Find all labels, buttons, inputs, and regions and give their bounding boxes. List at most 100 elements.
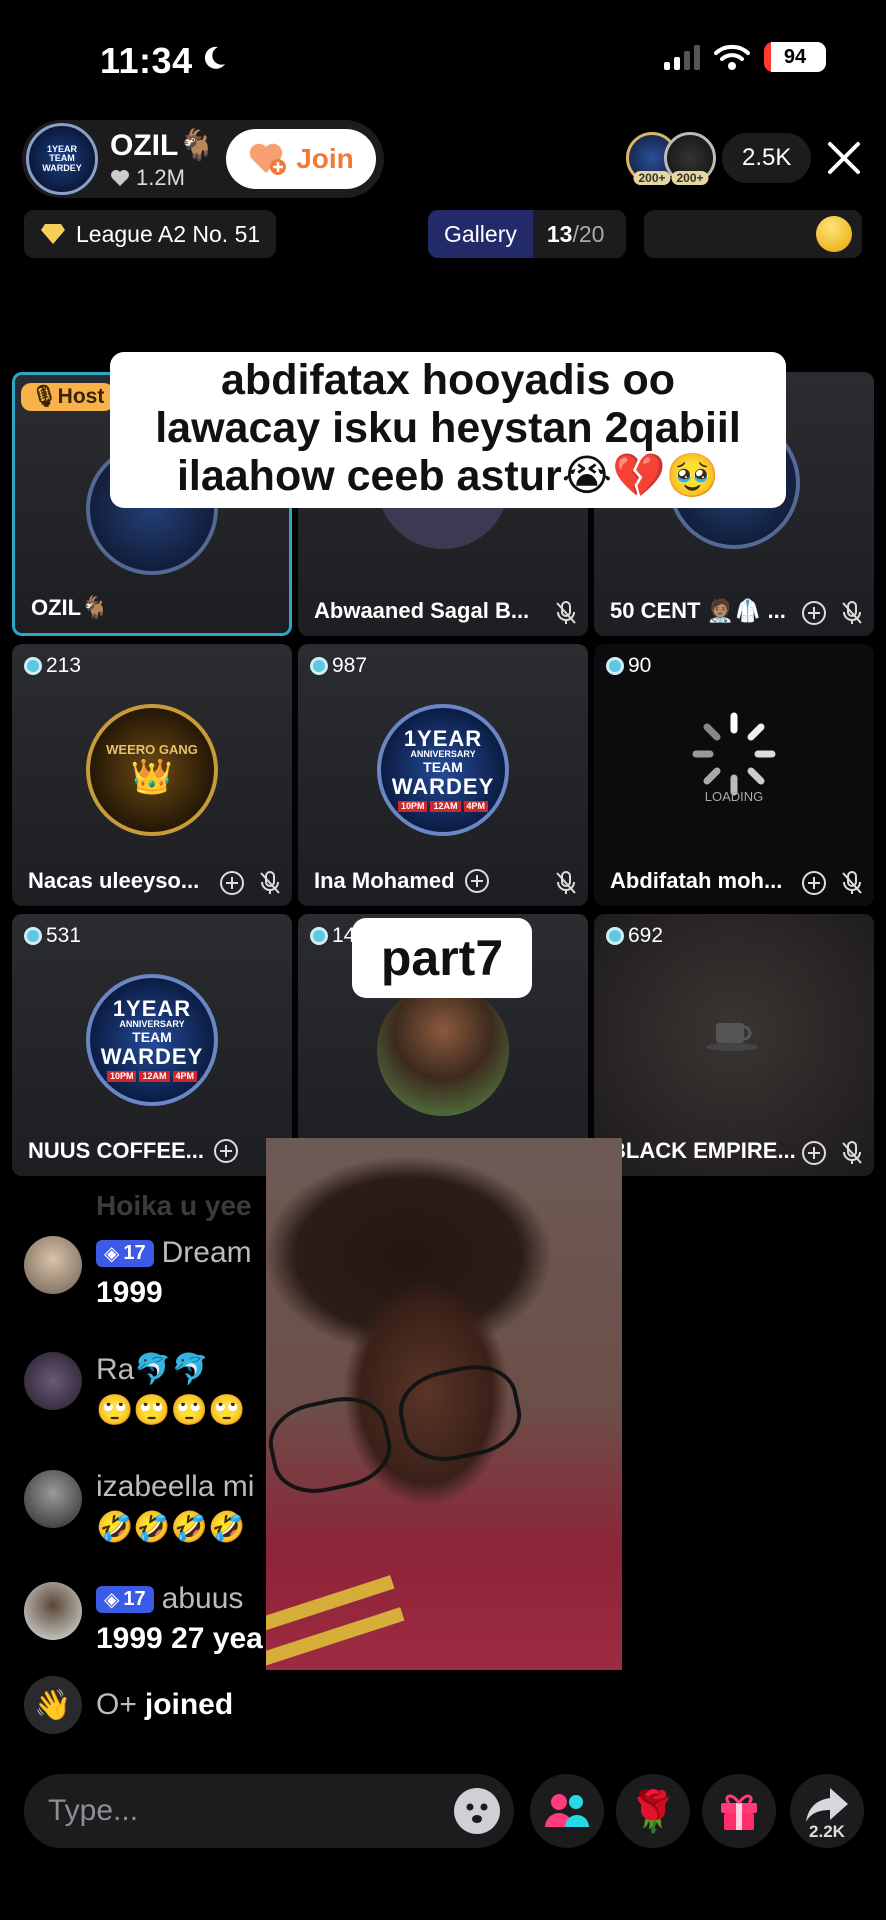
coin-bar[interactable] [644,210,862,258]
coin-icon [810,210,858,258]
avatar-time: 12AM [139,1070,170,1083]
viewer-count[interactable]: 2.5K [722,133,812,183]
comment-avatar[interactable] [24,1582,82,1640]
tile-name-row: Ina Mohamed [314,868,489,894]
pip-video[interactable] [266,1138,622,1670]
join-button[interactable]: Join [226,129,376,189]
battery-level: 94 [783,45,807,68]
gallery-badge[interactable]: Gallery 13/20 [428,210,626,258]
diamond-icon [41,224,65,244]
score-dot-icon [24,657,42,675]
status-time: 11:34 [100,40,193,81]
add-icon[interactable] [464,869,489,893]
avatar-time: 10PM [106,1070,137,1083]
tile-name: NUUS COFFEE... [28,1138,205,1163]
grid-tile[interactable]: 531 1YEAR ANNIVERSARY TEAM WARDEY 10PM 12… [12,914,292,1176]
add-icon[interactable] [214,1139,239,1163]
comment-avatar[interactable] [24,1352,82,1410]
tile-avatar [377,984,509,1117]
avatar-text: WARDEY [100,1043,204,1069]
score-dot-icon [310,927,328,945]
comment-placeholder: Type... [48,1794,139,1827]
status-icons: 94 [664,42,826,72]
grid-tile[interactable]: 213 WEERO GANG 👑 Nacas uleeyso... [12,644,292,906]
grid-tile[interactable]: 987 1YEAR ANNIVERSARY TEAM WARDEY 10PM 12… [298,644,588,906]
emoji-icon[interactable] [454,1788,500,1834]
joined-text: joined [144,1688,234,1721]
comment-item[interactable]: ◈ 17 Dream 1999 [24,1236,252,1310]
wave-hand-icon: 👋 [24,1676,82,1734]
caption-line: ilaahow ceeb astur😭💔🥹 [176,452,720,501]
gallery-total: /20 [572,220,605,247]
wifi-icon [714,44,750,70]
comment-user: Dream [161,1236,252,1269]
avatar-time: 4PM [463,800,489,813]
comment-item[interactable]: Ra🐬🐬 🙄🙄🙄🙄 [24,1352,245,1428]
comment-user: abuus [161,1582,244,1615]
viewer-avatar[interactable]: 200+ [664,132,716,185]
league-badge[interactable]: League A2 No. 51 [24,210,277,258]
join-label: Join [296,143,354,174]
tile-avatar: WEERO GANG 👑 [86,703,218,836]
comment-user: izabeella mi [96,1470,255,1503]
gift-icon [721,1794,757,1830]
users-icon [545,1794,589,1827]
comment-item[interactable]: ◈ 17 abuus 1999 27 yea [24,1582,263,1656]
avatar-time: 4PM [172,1070,198,1083]
grid-tile[interactable]: 692 BLACK EMPIRE... [594,914,874,1176]
coffee-cup-icon [706,1022,758,1051]
add-icon[interactable] [220,871,244,895]
add-icon[interactable] [802,871,826,895]
comment-input[interactable]: Type... [24,1774,514,1848]
mic-muted-icon [556,871,576,894]
avatar-time: 10PM [397,800,428,813]
gift-button[interactable] [702,1774,776,1848]
top-viewers[interactable]: 200+ 200+ 2.5K [626,132,812,185]
loading-spinner-icon [692,712,776,796]
score-badge: 14 [310,924,355,948]
grid-tile[interactable]: 90 LOADING Abdifatah moh... [594,644,874,906]
comment-avatar[interactable] [24,1236,82,1294]
score-dot-icon [606,657,624,675]
comment-text: 🤣🤣🤣🤣 [96,1511,246,1544]
heart-plus-icon [249,143,287,175]
share-button[interactable]: 2.2K [790,1774,864,1848]
add-icon[interactable] [802,601,826,625]
comment-item[interactable]: izabeella mi 🤣🤣🤣🤣 [24,1470,254,1545]
share-count: 2.2K [809,1822,845,1841]
comment-text: 🙄🙄🙄🙄 [96,1394,246,1427]
tile-name: Nacas uleeyso... [28,868,200,893]
tile-name: 50 CENT 🧑🏽‍⚕️🥼 ... [610,598,786,623]
league-label: League A2 No. 51 [76,220,261,247]
close-icon[interactable] [826,140,862,176]
add-icon[interactable] [802,1141,826,1165]
score-dot-icon [24,927,42,945]
host-tag-label: Host [57,385,105,408]
glasses-shape [391,1356,529,1470]
level-badge: ◈ 17 [96,1585,154,1613]
avatar-text: 1YEAR [112,996,192,1022]
loading-label: LOADING [704,789,764,804]
host-likes: 1.2M [110,165,216,191]
video-caption: abdifatax hooyadis oo lawacay isku heyst… [110,352,786,509]
signal-icon [664,44,700,70]
tile-avatar: 1YEAR ANNIVERSARY TEAM WARDEY 10PM 12AM 4P… [86,973,218,1106]
avatar-text: WARDEY [391,773,495,799]
host-pill[interactable]: 1YEAR TEAM WARDEY OZIL🐐 1.2M Join [22,120,384,198]
tile-name-row: NUUS COFFEE... [28,1138,239,1164]
level-value: 17 [123,1241,146,1264]
comment-avatar[interactable] [24,1470,82,1528]
host-avatar[interactable]: 1YEAR TEAM WARDEY [26,123,98,195]
score-value: 213 [46,654,82,677]
score-badge: 692 [606,924,663,948]
caption-line: abdifatax hooyadis oo [221,356,675,404]
rose-button[interactable]: 🌹 [616,1774,690,1848]
host-name: OZIL🐐 [110,128,216,162]
tile-name: Abwaaned Sagal B... [314,598,530,623]
gallery-label: Gallery [428,210,533,258]
tile-name: BLACK EMPIRE... [610,1138,796,1163]
tile-name: OZIL🐐 [31,595,109,620]
comment-user: Ra🐬🐬 [96,1353,210,1386]
guests-button[interactable] [530,1774,604,1848]
score-value: 90 [628,654,652,677]
